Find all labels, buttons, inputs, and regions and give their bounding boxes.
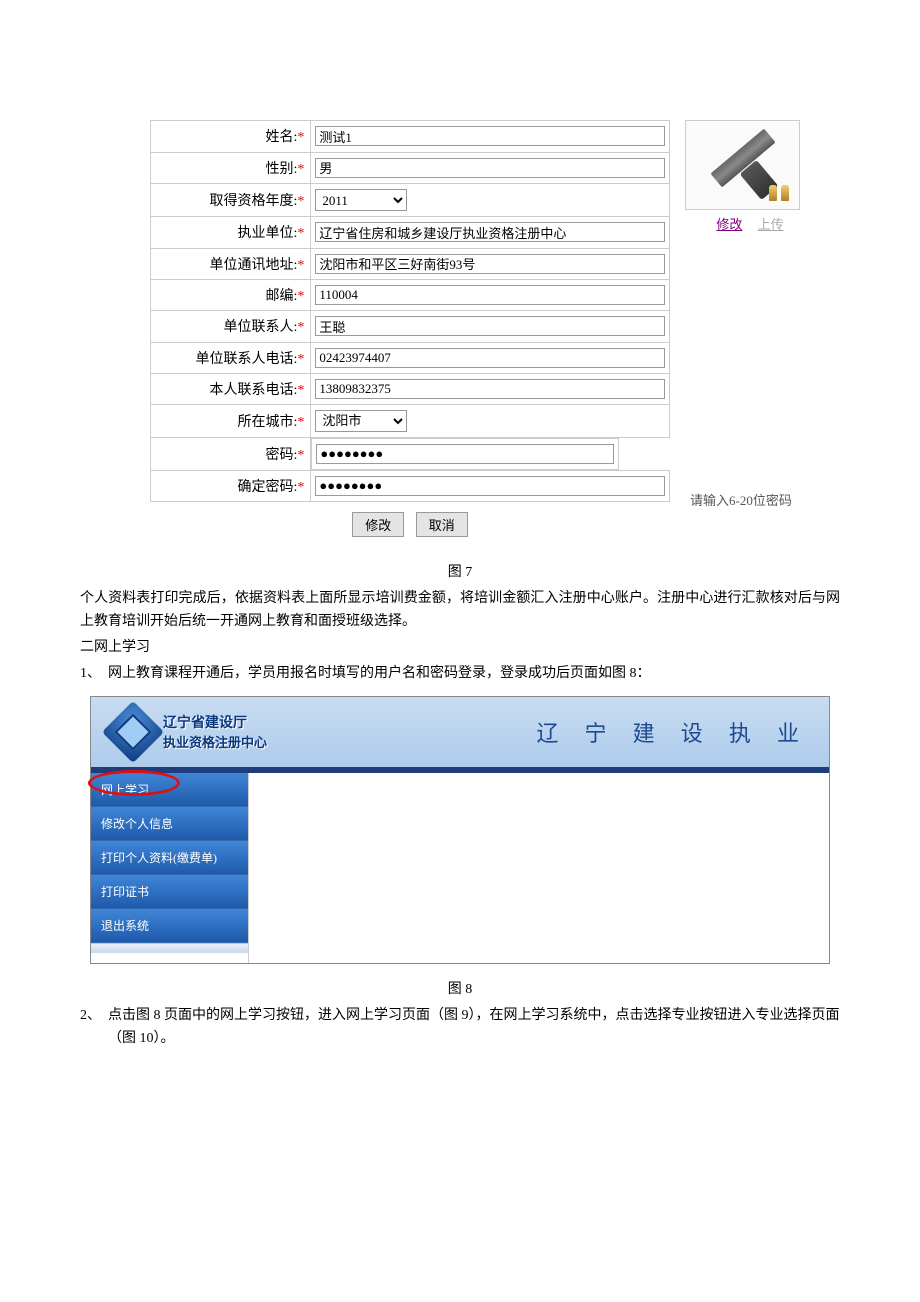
paragraph-1: 个人资料表打印完成后，依据资料表上面所显示培训费金额，将培训金额汇入注册中心账户… (80, 587, 840, 635)
fig8-content-area (249, 773, 829, 963)
password-input[interactable] (316, 444, 614, 464)
label-city: 所在城市:* (151, 404, 311, 437)
caption-fig7: 图 7 (80, 561, 840, 581)
label-self-phone: 本人联系电话:* (151, 373, 311, 404)
profile-form: 修改 上传 姓名:* 性别:* 取得资格年度:* 2011 执业单位:* 单位通… (80, 120, 840, 547)
list-body-1: 网上教育课程开通后，学员用报名时填写的用户名和密码登录，登录成功后页面如图 8： (108, 662, 840, 686)
label-name: 姓名:* (151, 121, 311, 153)
sidebar-item-print-cert[interactable]: 打印证书 (91, 875, 248, 909)
label-qual-year: 取得资格年度:* (151, 184, 311, 217)
list-body-2: 点击图 8 页面中的网上学习按钮，进入网上学习页面（图 9），在网上学习系统中，… (108, 1004, 840, 1052)
list-num: 2、 (80, 1004, 108, 1052)
modify-button[interactable]: 修改 (352, 512, 404, 537)
fig8-banner: 辽宁省建设厅 执业资格注册中心 辽 宁 建 设 执 业 (91, 697, 829, 767)
gender-input[interactable] (315, 158, 665, 178)
brand-line1: 辽宁省建设厅 (163, 712, 267, 732)
password-hint: 请输入6-20位密码 (680, 490, 792, 509)
label-gender: 性别:* (151, 152, 311, 184)
label-password-confirm: 确定密码:* (151, 470, 311, 501)
password-confirm-input[interactable] (315, 476, 665, 496)
photo-panel: 修改 上传 (685, 120, 815, 233)
qual-year-select[interactable]: 2011 (315, 189, 407, 211)
sidebar-item-label: 打印证书 (101, 885, 149, 899)
list-item-1: 1、 网上教育课程开通后，学员用报名时填写的用户名和密码登录，登录成功后页面如图… (80, 662, 840, 686)
form-table: 姓名:* 性别:* 取得资格年度:* 2011 执业单位:* 单位通讯地址:* … (150, 120, 670, 502)
brand-logo-icon (102, 701, 164, 763)
sidebar-item-print-profile[interactable]: 打印个人资料(缴费单) (91, 841, 248, 875)
sidebar-item-profile[interactable]: 修改个人信息 (91, 807, 248, 841)
unit-contact-phone-input[interactable] (315, 348, 665, 368)
brand-line2: 执业资格注册中心 (163, 732, 267, 751)
photo-upload-link[interactable]: 上传 (758, 217, 784, 232)
sidebar-item-online-study[interactable]: 网上学习 (91, 773, 248, 807)
name-input[interactable] (315, 126, 665, 146)
label-unit-contact: 单位联系人:* (151, 311, 311, 343)
sidebar-bottom-bar (91, 943, 248, 953)
unit-address-input[interactable] (315, 254, 665, 274)
postcode-input[interactable] (315, 285, 665, 305)
sidebar-item-label: 打印个人资料(缴费单) (101, 851, 217, 865)
form-buttons: 修改 取消 (150, 502, 670, 547)
sidebar-item-label: 修改个人信息 (101, 817, 173, 831)
profile-photo (685, 120, 800, 210)
city-select[interactable]: 沈阳市 (315, 410, 407, 432)
sidebar-item-label: 退出系统 (101, 919, 149, 933)
list-item-2: 2、 点击图 8 页面中的网上学习按钮，进入网上学习页面（图 9），在网上学习系… (80, 1004, 840, 1052)
label-postcode: 邮编:* (151, 280, 311, 311)
fig8-screenshot: 辽宁省建设厅 执业资格注册中心 辽 宁 建 设 执 业 网上学习 修改个人信息 … (90, 696, 830, 964)
self-phone-input[interactable] (315, 379, 665, 399)
work-unit-input[interactable] (315, 222, 665, 242)
caption-fig8: 图 8 (80, 978, 840, 998)
label-password: 密码:* (151, 437, 311, 470)
section-2-heading: 二网上学习 (80, 636, 840, 660)
unit-contact-input[interactable] (315, 316, 665, 336)
fig8-sidebar: 网上学习 修改个人信息 打印个人资料(缴费单) 打印证书 退出系统 (91, 773, 249, 963)
sidebar-item-label: 网上学习 (101, 783, 149, 797)
banner-title: 辽 宁 建 设 执 业 (536, 716, 809, 748)
label-unit-contact-phone: 单位联系人电话:* (151, 342, 311, 373)
bullet-icon (769, 185, 777, 201)
photo-edit-link[interactable]: 修改 (716, 217, 742, 232)
brand-block: 辽宁省建设厅 执业资格注册中心 (111, 710, 267, 754)
bullet-icon (781, 185, 789, 201)
label-work-unit: 执业单位:* (151, 217, 311, 249)
list-num: 1、 (80, 662, 108, 686)
cancel-button[interactable]: 取消 (416, 512, 468, 537)
label-unit-address: 单位通讯地址:* (151, 248, 311, 280)
sidebar-item-logout[interactable]: 退出系统 (91, 909, 248, 943)
